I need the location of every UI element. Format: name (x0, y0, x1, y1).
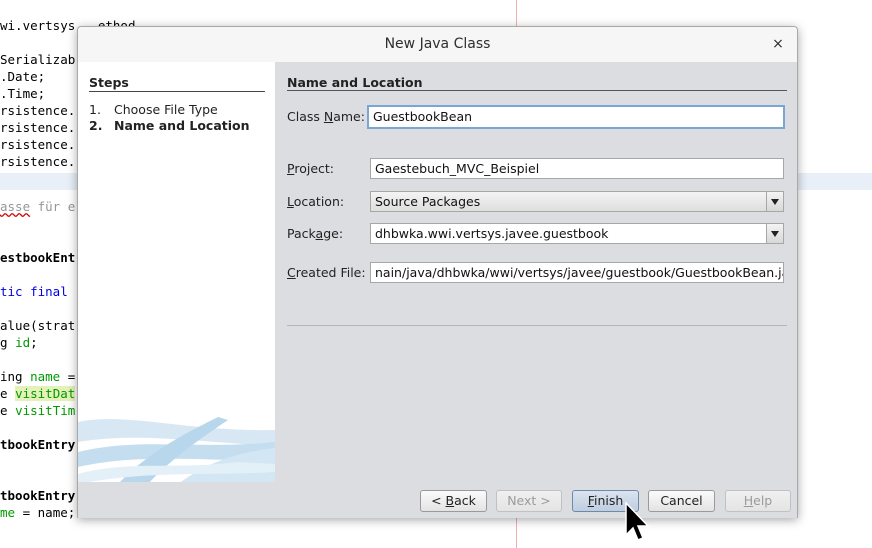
code-line: ing name = (0, 369, 76, 384)
close-icon: × (772, 36, 784, 52)
code-line: tbookEntry (0, 437, 76, 452)
package-value: dhbwka.wwi.vertsys.javee.guestbook (375, 226, 609, 241)
section-title: Name and Location (287, 75, 423, 90)
mouse-pointer-icon (625, 502, 650, 541)
code-line: rsistence. (0, 137, 76, 152)
chevron-down-icon[interactable] (766, 224, 783, 243)
code-line: e visitDat (0, 386, 76, 401)
code-line: tbookEntry (0, 488, 76, 503)
wizard-swoosh-graphic (78, 417, 275, 482)
class-name-label: Class Name: (287, 109, 365, 124)
section-divider (287, 90, 787, 91)
code-line: tic final (0, 284, 68, 299)
created-file-field: nain/java/dhbwka/wwi/vertsys/javee/guest… (370, 262, 784, 283)
help-button[interactable]: Help (725, 490, 791, 512)
steps-heading: Steps (89, 75, 129, 90)
created-file-label: Created File: (287, 265, 366, 280)
code-line: alue(strat (0, 318, 76, 333)
step-name-and-location: 2. Name and Location (89, 118, 250, 133)
location-label: Location: (287, 194, 345, 209)
project-field: Gaestebuch_MVC_Beispiel (370, 158, 784, 179)
steps-divider (89, 91, 265, 92)
back-button[interactable]: < Back (420, 490, 487, 512)
dialog-title: New Java Class (384, 36, 491, 52)
code-line: rsistence. (0, 120, 76, 135)
location-select[interactable]: Source Packages (370, 191, 784, 212)
code-line: rsistence. (0, 103, 76, 118)
code-line: Serializab (0, 52, 76, 67)
button-bar: < Back Next > Finish Cancel Help (78, 482, 797, 518)
name-location-panel: Name and Location Class Name: GuestbookB… (275, 62, 797, 482)
steps-panel: Steps 1. Choose File Type 2. Name and Loca… (78, 62, 275, 482)
class-name-input[interactable]: GuestbookBean (367, 105, 785, 129)
code-line: .Time; (0, 86, 46, 101)
step-choose-file-type: 1. Choose File Type (89, 102, 218, 117)
package-combo[interactable]: dhbwka.wwi.vertsys.javee.guestbook (370, 223, 784, 244)
next-button[interactable]: Next > (496, 490, 562, 512)
new-java-class-dialog: New Java Class × Steps 1. Choose File Typ… (77, 26, 798, 518)
code-line: g id; (0, 335, 38, 350)
code-line: .Date; (0, 69, 46, 84)
code-line: estbookEnt (0, 250, 76, 265)
code-line: me = name; (0, 505, 76, 520)
code-line: e visitTim (0, 403, 76, 418)
code-line: asse für e (0, 199, 76, 214)
close-button[interactable]: × (769, 35, 787, 53)
panel-separator (287, 325, 787, 326)
package-label: Package: (287, 226, 344, 241)
location-value: Source Packages (375, 194, 481, 209)
chevron-down-icon[interactable] (766, 192, 783, 211)
dialog-titlebar[interactable]: New Java Class × (78, 27, 797, 62)
cancel-button[interactable]: Cancel (648, 490, 715, 512)
project-label: Project: (287, 161, 334, 176)
code-line: rsistence. (0, 154, 76, 169)
